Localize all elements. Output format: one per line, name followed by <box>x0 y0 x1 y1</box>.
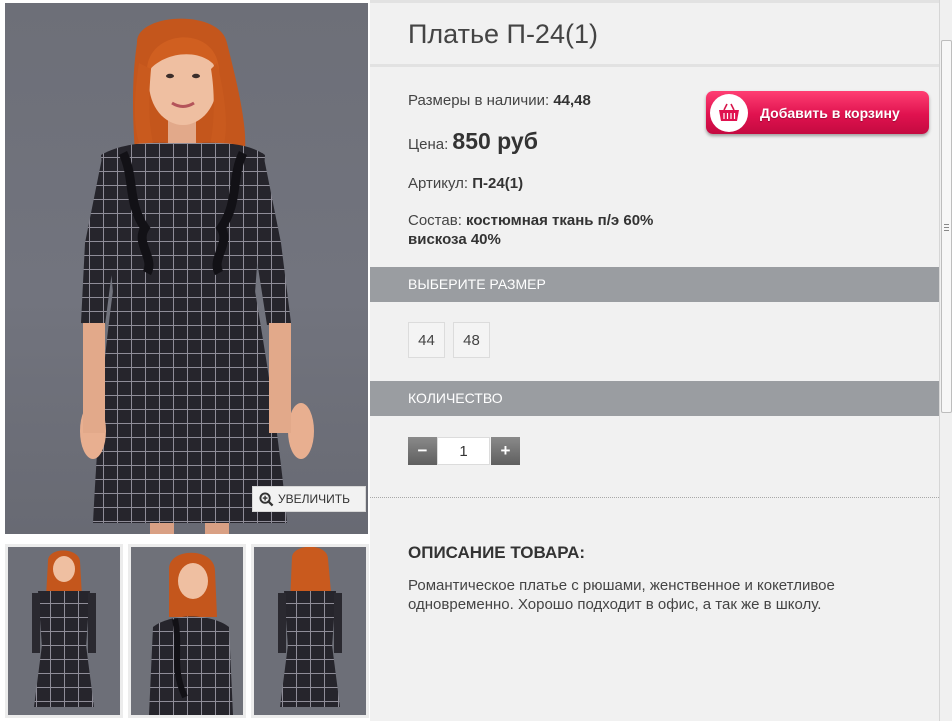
thumbnail-three-quarter-image <box>131 547 243 715</box>
quantity-increase-button[interactable]: + <box>491 437 520 465</box>
dress-model-figure <box>80 18 314 534</box>
description-text: Романтическое платье с рюшами, женственн… <box>408 577 835 613</box>
product-info-panel: Платье П-24(1) Размеры в наличии: 44,48 … <box>370 0 939 721</box>
zoom-button[interactable]: УВЕЛИЧИТЬ <box>252 486 366 512</box>
thumbnail-strip <box>5 544 369 721</box>
composition-label: Состав: <box>408 212 467 229</box>
thumbnail-front[interactable] <box>5 544 123 718</box>
thumbnail-front-image <box>8 547 120 715</box>
thumbnail-back[interactable] <box>251 544 369 718</box>
price-line: Цена: 850 руб <box>408 128 538 155</box>
quantity-section-header: КОЛИЧЕСТВО <box>370 381 939 416</box>
sizes-label: Размеры в наличии: <box>408 92 554 109</box>
sizes-value: 44,48 <box>553 92 591 109</box>
basket-icon <box>710 93 748 132</box>
price-label: Цена: <box>408 136 453 153</box>
price-value: 850 руб <box>452 128 538 154</box>
size-section-header: ВЫБЕРИТЕ РАЗМЕР <box>370 267 939 302</box>
quantity-input[interactable] <box>437 437 490 465</box>
magnifier-plus-icon <box>259 491 274 506</box>
article-line: Артикул: П-24(1) <box>408 175 523 192</box>
product-title: Платье П-24(1) <box>408 19 598 49</box>
quantity-decrease-button[interactable]: − <box>408 437 437 465</box>
size-option-48[interactable]: 48 <box>453 322 490 358</box>
scrollbar-grip-icon <box>944 230 949 231</box>
scrollbar-thumb[interactable] <box>941 40 952 413</box>
composition-value-2: вискоза 40% <box>408 231 501 248</box>
zoom-label: УВЕЛИЧИТЬ <box>278 492 350 506</box>
title-bar: Платье П-24(1) <box>370 0 939 67</box>
scrollbar-grip-icon <box>944 227 949 228</box>
size-option-44[interactable]: 44 <box>408 322 445 358</box>
thumbnail-three-quarter[interactable] <box>128 544 246 718</box>
vertical-scrollbar[interactable] <box>939 0 952 721</box>
article-label: Артикул: <box>408 175 473 192</box>
sizes-available: Размеры в наличии: 44,48 <box>408 92 591 109</box>
article-value: П-24(1) <box>472 175 524 192</box>
composition-value-1: костюмная ткань п/э 60% <box>466 212 654 229</box>
product-gallery: УВЕЛИЧИТЬ <box>0 0 370 721</box>
thumbnail-back-image <box>254 547 366 715</box>
scrollbar-grip-icon <box>944 224 949 225</box>
main-product-photo[interactable]: УВЕЛИЧИТЬ <box>5 3 368 534</box>
add-to-cart-button[interactable]: Добавить в корзину <box>706 91 929 134</box>
section-divider <box>370 497 939 498</box>
composition-line: Состав: костюмная ткань п/э 60% вискоза … <box>408 211 653 249</box>
description-heading: ОПИСАНИЕ ТОВАРА: <box>408 543 586 562</box>
add-to-cart-label: Добавить в корзину <box>760 104 900 121</box>
